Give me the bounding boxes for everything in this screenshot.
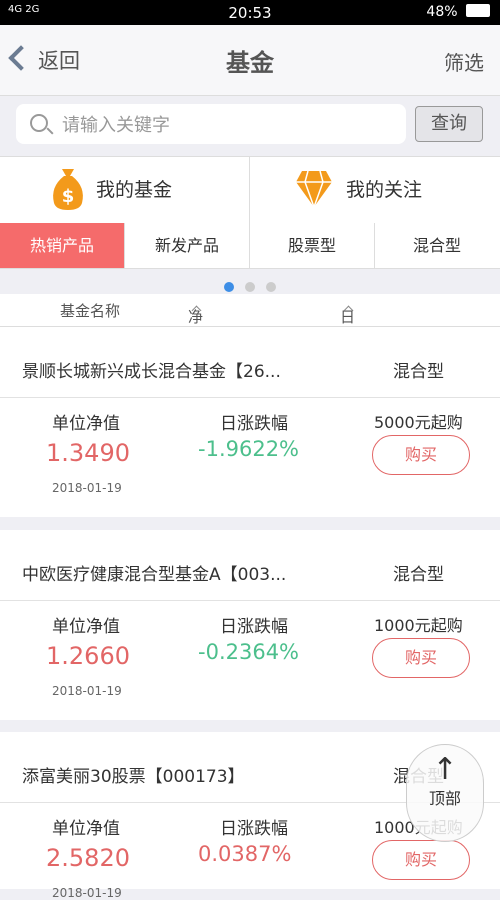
col-nav-sort[interactable]: 净值/万份收益: [188, 300, 208, 431]
nav-value: 1.2660: [46, 642, 130, 670]
quick-links: $ 我的基金 我的关注: [0, 156, 500, 224]
divider: [0, 600, 500, 601]
page-title: 基金: [226, 49, 274, 77]
fund-type: 混合型: [393, 565, 444, 585]
nav-date: 2018-01-19: [52, 684, 122, 698]
search-input[interactable]: [60, 110, 394, 140]
page-indicator: [0, 277, 500, 292]
min-buy: 1000元起购: [374, 616, 463, 635]
svg-text:$: $: [62, 186, 75, 207]
battery-indicator: 48%: [426, 4, 490, 20]
nav-value: 2.5820: [46, 844, 130, 872]
search-bar: 查询: [0, 96, 500, 156]
tab-new-products[interactable]: 新发产品: [125, 223, 250, 268]
battery-percent: 48%: [426, 4, 458, 20]
money-bag-icon: $: [53, 169, 83, 210]
fund-name: 景顺长城新兴成长混合基金【26...: [22, 362, 281, 382]
change-label: 日涨跌幅: [220, 819, 288, 839]
page-dot: [223, 282, 234, 292]
nav-value: 1.3490: [46, 439, 130, 467]
status-bar: 4G 2G 20:53 48%: [0, 0, 500, 25]
col-change-sort[interactable]: 日涨跌/七日年化: [340, 300, 360, 452]
nav-date: 2018-01-19: [52, 886, 122, 900]
buy-button[interactable]: 购买: [372, 638, 470, 678]
clock: 20:53: [228, 4, 272, 22]
query-button[interactable]: 查询: [415, 106, 483, 142]
col-fund-name: 基金名称: [60, 302, 121, 320]
filter-button[interactable]: 筛选: [444, 47, 484, 76]
back-to-top-label: 顶部: [428, 789, 461, 808]
my-follow-label: 我的关注: [346, 179, 423, 201]
min-buy: 5000元起购: [374, 413, 463, 432]
fund-name: 中欧医疗健康混合型基金A【003...: [22, 565, 287, 585]
fund-card[interactable]: 景顺长城新兴成长混合基金【26... 混合型 单位净值 1.3490 2018-…: [0, 327, 500, 517]
diamond-icon: [296, 170, 332, 209]
change-value: -1.9622%: [198, 437, 300, 461]
my-funds-label: 我的基金: [96, 179, 173, 201]
page-dot: [266, 282, 277, 292]
column-header: 基金名称 净值/万份收益 日涨跌/七日年化: [0, 294, 500, 452]
change-label: 日涨跌幅: [220, 414, 288, 434]
nav-date: 2018-01-19: [52, 481, 122, 495]
back-to-top-button[interactable]: ↑ 顶部: [406, 744, 484, 842]
search-icon: [30, 114, 48, 132]
search-box: [16, 104, 406, 144]
change-value: 0.0387%: [198, 842, 292, 866]
nav-label: 单位净值: [52, 414, 120, 434]
nav-label: 单位净值: [52, 617, 120, 637]
change-label: 日涨跌幅: [220, 617, 288, 637]
nav-label: 单位净值: [52, 819, 120, 839]
fund-name: 添富美丽30股票【000173】: [22, 767, 245, 787]
change-value: -0.2364%: [198, 640, 300, 664]
buy-button[interactable]: 购买: [372, 840, 470, 880]
arrow-up-icon: ↑: [432, 752, 458, 787]
tab-stock[interactable]: 股票型: [250, 223, 375, 268]
page-dot: [245, 282, 255, 292]
divider: [0, 397, 500, 398]
buy-button[interactable]: 购买: [372, 435, 470, 475]
tab-mixed[interactable]: 混合型: [375, 223, 499, 268]
nav-bar: 返回 基金 筛选: [0, 25, 500, 96]
fund-type: 混合型: [393, 362, 444, 382]
fund-card[interactable]: 中欧医疗健康混合型基金A【003... 混合型 单位净值 1.2660 2018…: [0, 530, 500, 720]
my-follow-link[interactable]: 我的关注: [250, 157, 499, 223]
category-tabs: 热销产品 新发产品 股票型 混合型: [0, 223, 500, 269]
tab-hot-products[interactable]: 热销产品: [0, 223, 125, 268]
my-funds-link[interactable]: $ 我的基金: [0, 157, 250, 223]
battery-icon: [466, 4, 490, 17]
